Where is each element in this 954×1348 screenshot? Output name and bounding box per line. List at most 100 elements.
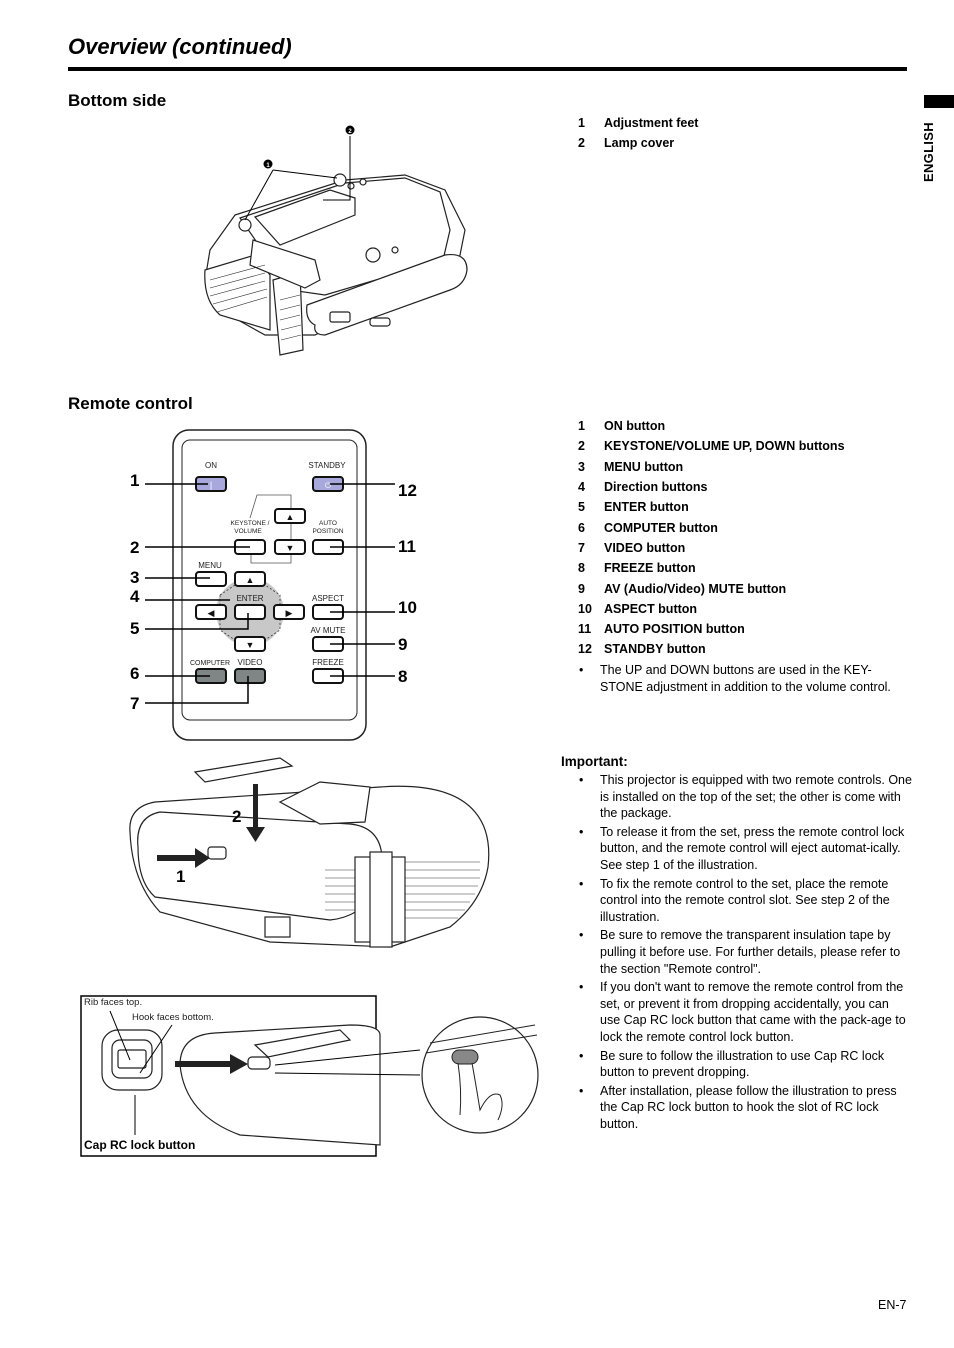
down-arrow-icon: ▼ (286, 543, 295, 553)
item-label: Lamp cover (604, 136, 675, 151)
item-number: 3 (578, 459, 585, 474)
item-number: 6 (578, 520, 585, 535)
computer-label: COMPUTER (190, 660, 230, 667)
enter-label: ENTER (236, 594, 263, 603)
enter-button[interactable] (234, 604, 266, 620)
item-number: 2 (578, 136, 585, 151)
right-arrow-icon: ▶ (286, 608, 293, 618)
item-number: 11 (578, 622, 592, 637)
callout-4: 4 (130, 587, 140, 606)
lock-button (247, 1056, 271, 1070)
list-item: 1 ON button (578, 416, 908, 436)
note-line-1: The UP and DOWN buttons are used in the … (600, 663, 872, 677)
item-label: AV (Audio/Video) MUTE button (604, 581, 787, 596)
list-item: 11 AUTO POSITION button (578, 619, 908, 639)
remote-control-heading: Remote control (68, 394, 193, 413)
list-item: 2 KEYSTONE/VOLUME UP, DOWN buttons (578, 436, 908, 456)
bottom-side-list: 1 Adjustment feet 2 Lamp cover (578, 113, 878, 154)
bullet-icon: • (579, 1083, 584, 1098)
important-item: • To fix the remote control to the set, p… (562, 876, 912, 926)
important-text: Be sure to follow the illustration to us… (600, 1048, 885, 1080)
list-item: 2 Lamp cover (578, 133, 878, 153)
video-button[interactable] (234, 668, 266, 684)
item-label: ASPECT button (604, 601, 698, 616)
item-label: MENU button (604, 459, 684, 474)
important-item: • To release it from the set, press the r… (562, 824, 912, 874)
adjustment-foot-left (238, 218, 252, 232)
menu-button[interactable] (195, 571, 227, 587)
callout-8: 8 (398, 667, 407, 686)
lock-button (207, 846, 227, 860)
up-arrow-icon: ▲ (286, 512, 295, 522)
item-label: Direction buttons (604, 480, 708, 495)
on-icon: | (210, 480, 212, 490)
callout-6: 6 (130, 664, 139, 683)
aspect-label: ASPECT (312, 594, 344, 603)
lock-slot (369, 317, 391, 327)
power-socket (264, 916, 291, 938)
remote-control-list: 1 ON button 2 KEYSTONE/VOLUME UP, DOWN but… (578, 416, 908, 660)
bullet-icon: • (579, 1048, 584, 1063)
item-label: AUTO POSITION button (604, 622, 745, 637)
list-item: 3 MENU button (578, 457, 908, 477)
hook-label: Hook faces bottom. (132, 1012, 214, 1023)
item-number: 4 (578, 480, 585, 495)
bullet-icon: • (579, 663, 584, 677)
auto-position-label-2: POSITION (312, 528, 343, 535)
language-tab-label: ENGLISH (921, 118, 939, 182)
note-item: • The UP and DOWN buttons are used in the… (562, 662, 912, 695)
lock-button-detail (451, 1049, 479, 1065)
list-item: 10 ASPECT button (578, 599, 908, 619)
list-item: 6 COMPUTER button (578, 517, 908, 537)
important-text: Be sure to remove the transparent insula… (600, 928, 901, 976)
callout-5: 5 (130, 619, 139, 638)
io-panel (369, 851, 393, 948)
list-item: 9 AV (Audio/Video) MUTE button (578, 578, 908, 598)
list-item: 12 STANDBY button (578, 639, 908, 659)
power-icon: ⏻ (325, 481, 332, 490)
item-number: 5 (578, 500, 585, 515)
item-label: ENTER button (604, 500, 689, 515)
callout-1: 1 (130, 471, 139, 490)
cap-rc-lock-illustration: Rib faces top. Hook faces bottom. Cap RC… (80, 995, 539, 1157)
important-text: To release it from the set, press the re… (600, 824, 905, 872)
bottom-side-heading: Bottom side (68, 91, 167, 110)
keystone-label-1: KEYSTONE / (231, 520, 270, 527)
important-item: • After installation, please follow the i… (562, 1083, 912, 1133)
av-mute-label: AV MUTE (311, 626, 346, 635)
keystone-label-2: VOLUME (234, 528, 262, 535)
item-number: 9 (578, 581, 585, 596)
important-heading: Important: (561, 754, 628, 769)
callout-11: 11 (398, 537, 416, 556)
item-number: 2 (578, 439, 585, 454)
callout-7: 7 (130, 694, 139, 713)
item-number: 8 (578, 561, 585, 576)
up-arrow-icon: ▲ (246, 575, 255, 585)
important-list: • This projector is equipped with two rem… (562, 772, 912, 1134)
list-item: 4 Direction buttons (578, 477, 908, 497)
item-label: FREEZE button (604, 561, 696, 576)
freeze-label: FREEZE (312, 658, 344, 667)
language-tab-marker (924, 95, 954, 108)
list-item: 5 ENTER button (578, 497, 908, 517)
item-label: COMPUTER button (604, 520, 718, 535)
step-2-label: 2 (232, 807, 241, 826)
item-number: 12 (578, 642, 592, 657)
page-number: EN-7 (878, 1298, 907, 1312)
important-item: • If you don't want to remove the remote … (562, 979, 912, 1045)
important-item: • Be sure to remove the transparent insul… (562, 927, 912, 977)
item-number: 1 (578, 116, 585, 131)
item-number: 1 (578, 419, 585, 434)
projector-bottom-illustration: 1 2 (204, 125, 468, 356)
item-label: ON button (604, 419, 666, 434)
menu-label: MENU (198, 561, 222, 570)
title-rule (68, 67, 907, 71)
item-label: VIDEO button (604, 540, 686, 555)
bullet-icon: • (579, 773, 584, 787)
item-number: 7 (578, 540, 585, 555)
note-line-2: STONE adjustment in addition to the volu… (600, 679, 891, 694)
important-text: To fix the remote control to the set, pl… (600, 876, 890, 924)
important-item: • Be sure to follow the illustration to u… (562, 1048, 912, 1081)
item-number: 10 (578, 601, 592, 616)
callout-9: 9 (398, 635, 407, 654)
